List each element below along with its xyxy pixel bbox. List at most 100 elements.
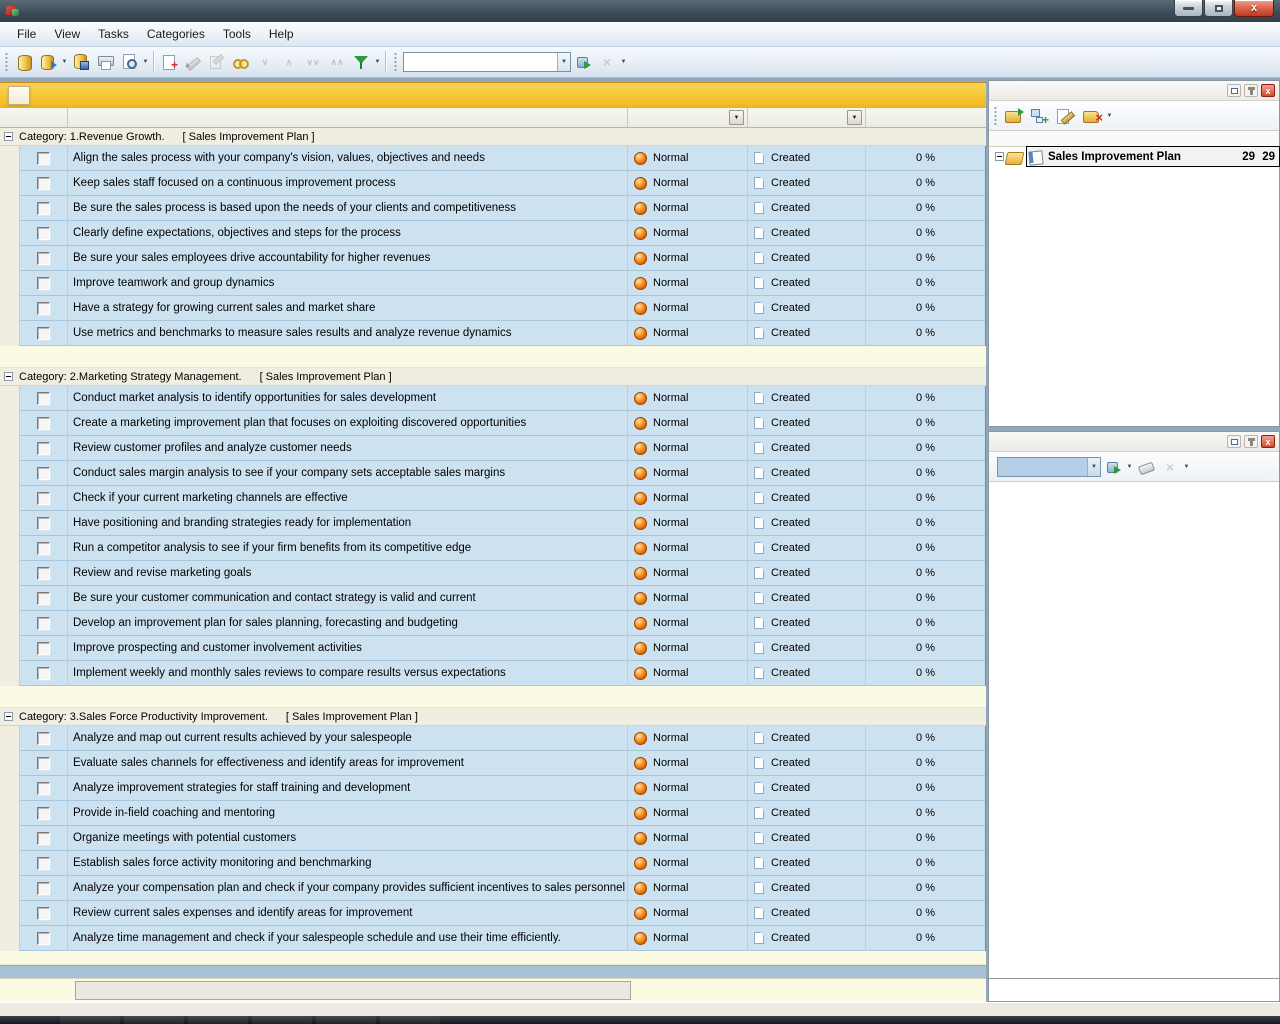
- task-done-checkbox[interactable]: [37, 542, 50, 555]
- delete-category-button[interactable]: [1082, 107, 1102, 125]
- category-group-row[interactable]: Category: 2.Marketing Strategy Managemen…: [0, 368, 986, 386]
- filter-button[interactable]: [349, 50, 373, 74]
- priority-cell[interactable]: Normal: [628, 801, 748, 826]
- menu-item-file[interactable]: File: [8, 23, 45, 45]
- save-database-button[interactable]: [69, 50, 93, 74]
- complete-cell[interactable]: 0 %: [866, 926, 985, 951]
- task-done-checkbox[interactable]: [37, 492, 50, 505]
- panel-close-button[interactable]: x: [1261, 84, 1275, 97]
- task-name-cell[interactable]: Conduct sales margin analysis to see if …: [68, 461, 628, 486]
- edit-task-button[interactable]: [181, 50, 205, 74]
- task-done-checkbox[interactable]: [37, 807, 50, 820]
- complete-cell[interactable]: 0 %: [866, 801, 985, 826]
- status-cell[interactable]: Created: [748, 171, 866, 196]
- open-database-button[interactable]: [36, 50, 60, 74]
- task-done-checkbox[interactable]: [37, 732, 50, 745]
- priority-cell[interactable]: Normal: [628, 436, 748, 461]
- task-done-checkbox[interactable]: [37, 202, 50, 215]
- status-cell[interactable]: Created: [748, 586, 866, 611]
- complete-cell[interactable]: 0 %: [866, 876, 985, 901]
- new-category-button[interactable]: [1004, 107, 1024, 125]
- task-done-checkbox[interactable]: [37, 667, 50, 680]
- task-name-cell[interactable]: Review current sales expenses and identi…: [68, 901, 628, 926]
- priority-cell[interactable]: Normal: [628, 461, 748, 486]
- priority-cell[interactable]: Normal: [628, 411, 748, 436]
- task-name-cell[interactable]: Clearly define expectations, objectives …: [68, 221, 628, 246]
- delete-filter-button[interactable]: ×: [1158, 455, 1182, 479]
- task-name-cell[interactable]: Run a competitor analysis to see if your…: [68, 536, 628, 561]
- complete-cell[interactable]: 0 %: [866, 536, 985, 561]
- task-name-cell[interactable]: Establish sales force activity monitorin…: [68, 851, 628, 876]
- horizontal-scrollbar[interactable]: [0, 965, 986, 978]
- complete-cell[interactable]: 0 %: [866, 636, 985, 661]
- status-cell[interactable]: Created: [748, 851, 866, 876]
- complete-cell[interactable]: 0 %: [866, 171, 985, 196]
- chevron-down-icon[interactable]: ▼: [557, 53, 570, 71]
- priority-cell[interactable]: Normal: [628, 536, 748, 561]
- task-name-cell[interactable]: Be sure your sales employees drive accou…: [68, 246, 628, 271]
- task-name-cell[interactable]: Have positioning and branding strategies…: [68, 511, 628, 536]
- status-cell[interactable]: Created: [748, 321, 866, 346]
- task-name-cell[interactable]: Implement weekly and monthly sales revie…: [68, 661, 628, 686]
- priority-cell[interactable]: Normal: [628, 611, 748, 636]
- task-done-checkbox[interactable]: [37, 932, 50, 945]
- complete-cell[interactable]: 0 %: [866, 511, 985, 536]
- task-name-cell[interactable]: Keep sales staff focused on a continuous…: [68, 171, 628, 196]
- move-top-button[interactable]: ∧∧: [325, 50, 349, 74]
- status-cell[interactable]: Created: [748, 561, 866, 586]
- chevron-down-icon[interactable]: ▼: [619, 59, 628, 65]
- priority-cell[interactable]: Normal: [628, 876, 748, 901]
- task-name-cell[interactable]: Improve prospecting and customer involve…: [68, 636, 628, 661]
- menu-item-tasks[interactable]: Tasks: [89, 23, 138, 45]
- complete-cell[interactable]: 0 %: [866, 826, 985, 851]
- category-sort-button[interactable]: [8, 86, 30, 105]
- apply-filter-button[interactable]: [1101, 455, 1125, 479]
- status-cell[interactable]: Created: [748, 436, 866, 461]
- complete-cell[interactable]: 0 %: [866, 776, 985, 801]
- priority-cell[interactable]: Normal: [628, 221, 748, 246]
- panel-close-button[interactable]: x: [1261, 435, 1275, 448]
- collapse-icon[interactable]: [4, 132, 13, 141]
- task-done-checkbox[interactable]: [37, 252, 50, 265]
- complete-cell[interactable]: 0 %: [866, 751, 985, 776]
- complete-cell[interactable]: 0 %: [866, 436, 985, 461]
- menu-item-view[interactable]: View: [45, 23, 89, 45]
- task-done-checkbox[interactable]: [37, 517, 50, 530]
- panel-restore-button[interactable]: [1227, 435, 1241, 448]
- status-filter-dropdown[interactable]: ▼: [847, 110, 862, 125]
- chevron-down-icon[interactable]: ▼: [1105, 113, 1114, 119]
- chevron-down-icon[interactable]: ▼: [1125, 464, 1134, 470]
- move-up-button[interactable]: ∧: [277, 50, 301, 74]
- task-done-checkbox[interactable]: [37, 177, 50, 190]
- complete-cell[interactable]: 0 %: [866, 726, 985, 751]
- layout-combo[interactable]: ▼: [403, 52, 571, 72]
- priority-cell[interactable]: Normal: [628, 486, 748, 511]
- category-group-row[interactable]: Category: 1.Revenue Growth. [ Sales Impr…: [0, 128, 986, 146]
- priority-cell[interactable]: Normal: [628, 146, 748, 171]
- task-name-cell[interactable]: Review customer profiles and analyze cus…: [68, 436, 628, 461]
- task-done-checkbox[interactable]: [37, 907, 50, 920]
- status-cell[interactable]: Created: [748, 876, 866, 901]
- task-name-cell[interactable]: Be sure your customer communication and …: [68, 586, 628, 611]
- collapse-icon[interactable]: [4, 372, 13, 381]
- status-cell[interactable]: Created: [748, 926, 866, 951]
- task-done-checkbox[interactable]: [37, 277, 50, 290]
- add-task-button[interactable]: [157, 50, 181, 74]
- complete-cell[interactable]: 0 %: [866, 851, 985, 876]
- priority-cell[interactable]: Normal: [628, 271, 748, 296]
- task-done-checkbox[interactable]: [37, 567, 50, 580]
- task-done-checkbox[interactable]: [37, 417, 50, 430]
- status-cell[interactable]: Created: [748, 536, 866, 561]
- priority-cell[interactable]: Normal: [628, 636, 748, 661]
- task-name-cell[interactable]: Create a marketing improvement plan that…: [68, 411, 628, 436]
- complete-cell[interactable]: 0 %: [866, 461, 985, 486]
- status-cell[interactable]: Created: [748, 246, 866, 271]
- complete-cell[interactable]: 0 %: [866, 901, 985, 926]
- priority-cell[interactable]: Normal: [628, 171, 748, 196]
- category-group-row[interactable]: Category: 3.Sales Force Productivity Imp…: [0, 708, 986, 726]
- menu-item-tools[interactable]: Tools: [214, 23, 260, 45]
- print-button[interactable]: [93, 50, 117, 74]
- task-done-checkbox[interactable]: [37, 642, 50, 655]
- rename-task-button[interactable]: [205, 50, 229, 74]
- chevron-down-icon[interactable]: ▼: [141, 59, 150, 65]
